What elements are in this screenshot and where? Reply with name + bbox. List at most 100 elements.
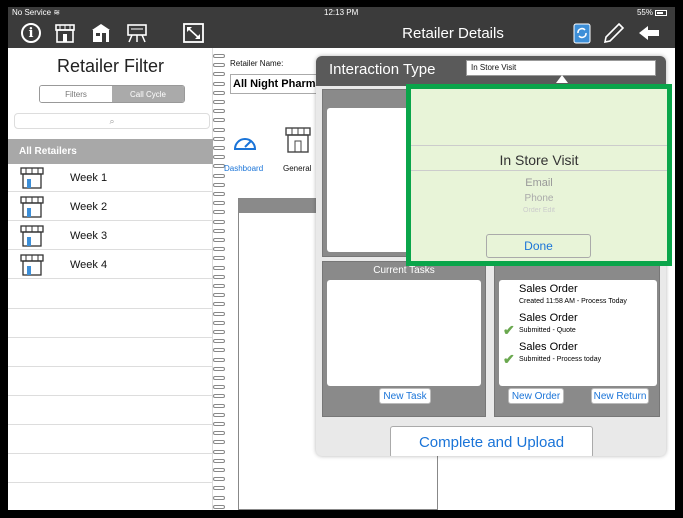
spiral-coil: [213, 495, 225, 500]
segment-call-cycle[interactable]: Call Cycle: [112, 86, 184, 102]
checkmark-icon: ✔: [503, 322, 515, 338]
resize-icon[interactable]: [183, 23, 205, 43]
spiral-coil: [213, 118, 225, 123]
store-icon: [20, 225, 44, 247]
picker-option-phone[interactable]: Phone: [411, 193, 667, 204]
spiral-coil: [213, 182, 225, 187]
back-arrow-icon[interactable]: [638, 23, 660, 43]
spiral-coil: [213, 385, 225, 390]
easel-icon[interactable]: [126, 23, 148, 43]
tab-general[interactable]: General: [283, 164, 311, 173]
segment-filters[interactable]: Filters: [40, 86, 112, 102]
general-store-icon[interactable]: [285, 126, 311, 154]
order-item[interactable]: ✔ Sales Order Submitted - Process today: [503, 341, 653, 369]
orders-list: Sales Order Created 11:58 AM - Process T…: [499, 280, 657, 386]
divider: [8, 424, 213, 425]
store-icon[interactable]: [54, 23, 76, 43]
spiral-coil: [213, 201, 225, 206]
spiral-coil: [213, 274, 225, 279]
divider: [8, 482, 213, 483]
divider: [8, 308, 213, 309]
screenshot-frame: No Service ≋ 12:13 PM 55% i Retailer Det…: [0, 0, 683, 518]
spiral-coil: [213, 422, 225, 426]
spiral-coil: [213, 302, 225, 307]
picker-option-order-edit[interactable]: Order Edit: [411, 207, 667, 213]
retailer-filter-sidebar: Retailer Filter Filters Call Cycle ⌕ All…: [8, 48, 213, 510]
sidebar-item-week-4[interactable]: Week 4: [8, 251, 213, 279]
divider: [8, 366, 213, 367]
battery-status: 55%: [637, 8, 667, 17]
interaction-type-picker: In Store Visit Email Phone Order Edit Do…: [406, 84, 672, 266]
tab-dashboard[interactable]: Dashboard: [224, 164, 263, 173]
spiral-coil: [213, 412, 225, 417]
spiral-coil: [213, 449, 225, 454]
clock: 12:13 PM: [324, 8, 359, 17]
sidebar-item-label: Week 4: [70, 259, 108, 271]
order-item[interactable]: Sales Order Created 11:58 AM - Process T…: [503, 283, 653, 311]
sidebar-item-week-2[interactable]: Week 2: [8, 193, 213, 221]
spiral-coil: [213, 219, 225, 224]
spiral-coil: [213, 477, 225, 482]
order-status: Submitted - Quote: [519, 327, 576, 334]
info-icon[interactable]: i: [20, 23, 42, 43]
spiral-coil: [213, 486, 225, 491]
notebook-spiral: [213, 48, 225, 510]
sidebar-item-week-1[interactable]: Week 1: [8, 164, 213, 192]
sidebar-item-week-3[interactable]: Week 3: [8, 222, 213, 250]
sidebar-item-label: Week 3: [70, 230, 108, 242]
spiral-coil: [213, 256, 225, 261]
order-name: Sales Order: [519, 312, 578, 324]
store-icon: [20, 167, 44, 189]
retailer-name-label: Retailer Name:: [230, 59, 284, 68]
page-title: Retailer Details: [402, 25, 504, 42]
interaction-type-label: Interaction Type: [329, 61, 436, 78]
complete-and-upload-button[interactable]: Complete and Upload: [390, 426, 593, 456]
order-item[interactable]: ✔ Sales Order Submitted - Quote: [503, 312, 653, 340]
spiral-coil: [213, 100, 225, 104]
divider: [8, 453, 213, 454]
device-screen: No Service ≋ 12:13 PM 55% i Retailer Det…: [8, 7, 675, 510]
order-status: Created 11:58 AM - Process Today: [519, 298, 627, 305]
store-icon: [20, 254, 44, 276]
spiral-coil: [213, 155, 225, 160]
spiral-coil: [213, 228, 225, 233]
spiral-coil: [213, 284, 225, 288]
spiral-coil: [213, 468, 225, 472]
spiral-coil: [213, 293, 225, 298]
picker-option-in-store-visit[interactable]: In Store Visit: [411, 152, 667, 168]
navigation-bar: No Service ≋ 12:13 PM 55% i Retailer Det…: [8, 7, 675, 48]
spiral-coil: [213, 339, 225, 344]
filter-segmented-control: Filters Call Cycle: [39, 85, 185, 103]
store-icon: [20, 196, 44, 218]
sync-icon[interactable]: [571, 23, 593, 44]
divider: [8, 337, 213, 338]
spiral-coil: [213, 348, 225, 353]
new-task-button[interactable]: New Task: [379, 388, 431, 404]
spiral-coil: [213, 431, 225, 436]
spiral-coil: [213, 311, 225, 316]
spiral-coil: [213, 458, 225, 463]
store-building-icon[interactable]: [90, 23, 112, 43]
carrier-status: No Service ≋: [12, 8, 61, 17]
new-return-button[interactable]: New Return: [591, 388, 649, 404]
dashboard-icon[interactable]: [232, 130, 258, 156]
spiral-coil: [213, 90, 225, 95]
order-name: Sales Order: [519, 341, 578, 353]
new-order-button[interactable]: New Order: [508, 388, 564, 404]
picker-option-email[interactable]: Email: [411, 177, 667, 189]
spiral-coil: [213, 146, 225, 150]
search-input[interactable]: ⌕: [14, 113, 210, 129]
spiral-coil: [213, 238, 225, 242]
sidebar-item-label: Week 1: [70, 172, 108, 184]
search-icon: ⌕: [109, 115, 115, 126]
interaction-type-field[interactable]: In Store Visit: [466, 60, 656, 76]
spiral-coil: [213, 403, 225, 408]
all-retailers-header[interactable]: All Retailers: [8, 139, 213, 164]
done-button[interactable]: Done: [486, 234, 591, 258]
tasks-list: [327, 280, 481, 386]
spiral-coil: [213, 247, 225, 252]
spiral-coil: [213, 136, 225, 141]
spiral-coil: [213, 81, 225, 86]
pencil-icon[interactable]: [603, 23, 625, 43]
spiral-coil: [213, 192, 225, 196]
